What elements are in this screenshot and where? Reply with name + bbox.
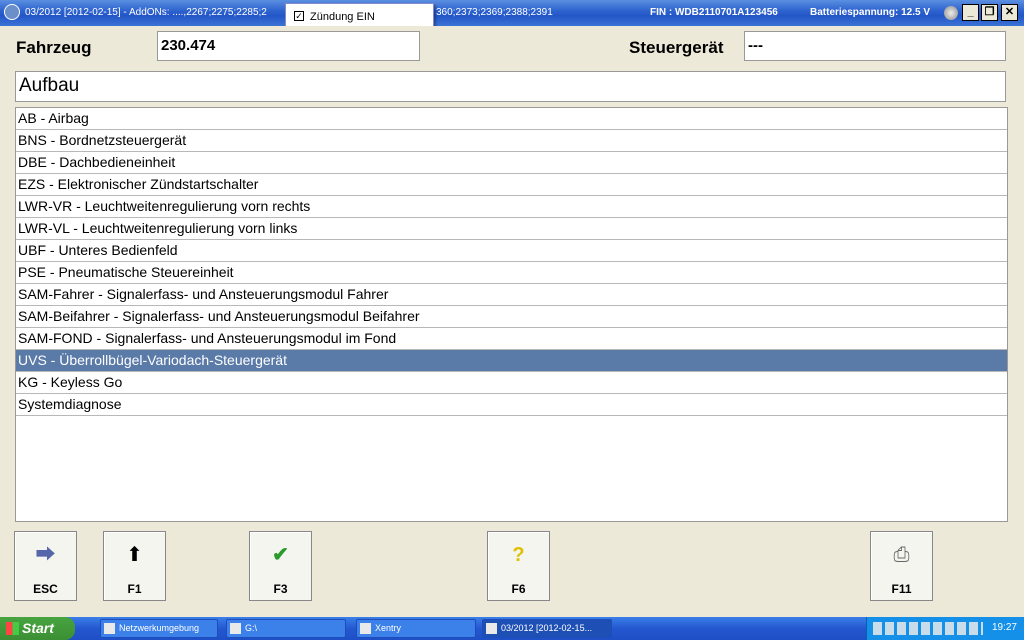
mercedes-star-icon bbox=[4, 4, 20, 20]
list-item[interactable]: Systemdiagnose bbox=[16, 394, 1007, 416]
list-item[interactable]: LWR-VR - Leuchtweitenregulierung vorn re… bbox=[16, 196, 1007, 218]
taskbar-item-label: 03/2012 [2012-02-15... bbox=[501, 623, 593, 633]
arrow-up-icon: ⬆ bbox=[126, 544, 143, 566]
vehicle-field: 230.474 bbox=[157, 31, 420, 61]
ignition-label: Zündung EIN bbox=[310, 11, 375, 23]
fin-label: FIN : WDB2110701A123456 bbox=[650, 7, 778, 18]
f6-button[interactable]: ? F6 bbox=[487, 531, 550, 601]
clock: 19:27 bbox=[991, 622, 1017, 633]
taskbar-item-drive[interactable]: G:\ bbox=[226, 619, 346, 638]
f3-button[interactable]: ✔ F3 bbox=[249, 531, 312, 601]
list-item[interactable]: UVS - Überrollbügel-Variodach-Steuergerä… bbox=[16, 350, 1007, 372]
f6-button-label: F6 bbox=[511, 582, 526, 596]
main-panel: Fahrzeug 230.474 Steuergerät --- Aufbau … bbox=[0, 26, 1024, 612]
close-button[interactable]: ✕ bbox=[1001, 4, 1018, 21]
ecu-list[interactable]: AB - Airbag BNS - Bordnetzsteuergerät DBE … bbox=[15, 107, 1008, 522]
f1-button-label: F1 bbox=[127, 582, 142, 596]
battery-status-icon bbox=[944, 6, 958, 20]
taskbar-item-das[interactable]: 03/2012 [2012-02-15... bbox=[482, 619, 612, 638]
list-item[interactable]: KG - Keyless Go bbox=[16, 372, 1007, 394]
esc-button[interactable]: ⮕ ESC bbox=[14, 531, 77, 601]
system-tray: 19:27 bbox=[866, 617, 1024, 640]
list-item[interactable]: PSE - Pneumatische Steuereinheit bbox=[16, 262, 1007, 284]
ecu-field: --- bbox=[744, 31, 1006, 61]
list-item[interactable]: LWR-VL - Leuchtweitenregulierung vorn li… bbox=[16, 218, 1007, 240]
tray-icons[interactable] bbox=[873, 622, 983, 635]
taskbar-item-label: Xentry bbox=[375, 623, 402, 633]
network-icon bbox=[104, 623, 115, 634]
title-bar: 03/2012 [2012-02-15] - AddONs: ....,2267… bbox=[0, 0, 1024, 26]
ecu-label: Steuergerät bbox=[629, 38, 724, 57]
start-label: Start bbox=[22, 620, 54, 636]
xentry-icon bbox=[360, 623, 371, 634]
esc-button-label: ESC bbox=[33, 582, 58, 596]
taskbar-item-xentry[interactable]: Xentry bbox=[356, 619, 476, 638]
list-item[interactable]: DBE - Dachbedieneinheit bbox=[16, 152, 1007, 174]
list-item[interactable]: SAM-FOND - Signalerfass- und Ansteuerung… bbox=[16, 328, 1007, 350]
start-button[interactable]: Start bbox=[0, 617, 75, 640]
list-item[interactable]: SAM-Fahrer - Signalerfass- und Ansteueru… bbox=[16, 284, 1007, 306]
f1-button[interactable]: ⬆ F1 bbox=[103, 531, 166, 601]
list-item[interactable]: UBF - Unteres Bedienfeld bbox=[16, 240, 1007, 262]
help-question-icon: ? bbox=[512, 544, 525, 566]
list-item[interactable]: EZS - Elektronischer Zündstartschalter bbox=[16, 174, 1007, 196]
section-title: Aufbau bbox=[15, 71, 1006, 102]
f11-button[interactable]: ⎙ F11 bbox=[870, 531, 933, 601]
folder-icon bbox=[230, 623, 241, 634]
vehicle-label: Fahrzeug bbox=[16, 38, 92, 57]
taskbar-item-label: Netzwerkumgebung bbox=[119, 623, 200, 633]
checkmark-icon: ✔ bbox=[272, 544, 289, 566]
windows-flag-icon bbox=[6, 622, 19, 635]
minimize-button[interactable]: _ bbox=[962, 4, 979, 21]
list-item[interactable]: AB - Airbag bbox=[16, 108, 1007, 130]
printer-icon: ⎙ bbox=[893, 544, 910, 566]
exit-door-icon: ⮕ bbox=[35, 544, 56, 566]
window-title: 03/2012 [2012-02-15] - AddONs: ....,2267… bbox=[25, 7, 267, 18]
restore-button[interactable]: ❐ bbox=[981, 4, 998, 21]
list-item[interactable]: BNS - Bordnetzsteuergerät bbox=[16, 130, 1007, 152]
mercedes-star-icon bbox=[486, 623, 497, 634]
f3-button-label: F3 bbox=[273, 582, 288, 596]
battery-voltage: Batteriespannung: 12.5 V bbox=[810, 7, 931, 18]
ignition-checkbox[interactable]: ✓ bbox=[294, 11, 304, 21]
taskbar-item-label: G:\ bbox=[245, 623, 258, 633]
window-title-continued: 360;2373;2369;2388;2391 bbox=[436, 7, 553, 18]
taskbar: Start Netzwerkumgebung G:\ Xentry 03/201… bbox=[0, 617, 1024, 640]
taskbar-item-network[interactable]: Netzwerkumgebung bbox=[100, 619, 218, 638]
f11-button-label: F11 bbox=[891, 582, 912, 596]
list-item[interactable]: SAM-Beifahrer - Signalerfass- und Ansteu… bbox=[16, 306, 1007, 328]
